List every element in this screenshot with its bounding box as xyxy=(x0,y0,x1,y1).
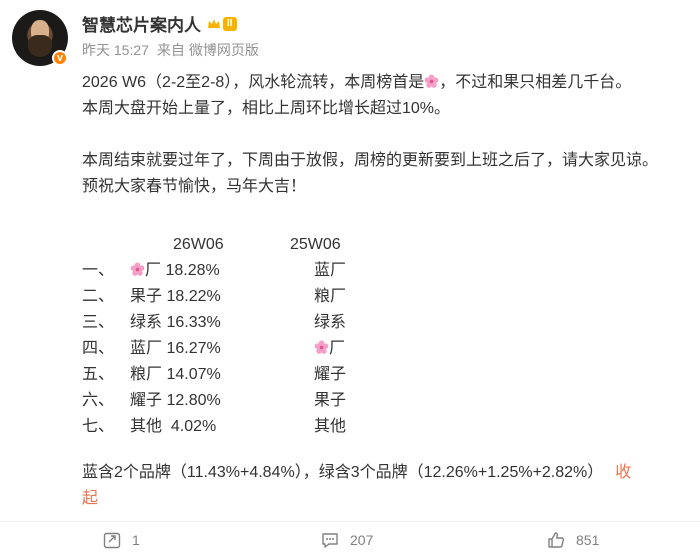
ranking-row: 二、 果子 18.22% 粮厂 xyxy=(82,284,682,310)
post-summary: 蓝含2个品牌（11.43%+4.84%），绿含3个品牌（12.26%+1.25%… xyxy=(82,460,682,512)
rank-25w06: 果子 xyxy=(314,392,347,409)
post-paragraph: 本周结束就要过年了，下周由于放假，周榜的更新要到上班之后了，请大家见谅。 xyxy=(82,152,659,169)
rank-25w06-text: 厂 xyxy=(329,340,346,357)
level-badge[interactable]: II xyxy=(207,16,237,31)
source-prefix: 来自 xyxy=(156,42,185,58)
rank-25w06: 耀子 xyxy=(314,366,347,383)
rank-25w06: 其他 xyxy=(314,418,347,435)
comment-icon xyxy=(322,533,338,548)
rank-number: 五、 xyxy=(82,366,115,383)
author-name[interactable]: 智慧芯片案内人 xyxy=(82,11,201,36)
verified-badge-icon: v xyxy=(52,50,68,66)
repost-count: 1 xyxy=(132,532,140,548)
post-paragraph: 本周大盘开始上量了，相比上周环比增长超过10%。 xyxy=(82,100,451,117)
rank-26w06: 其他 4.02% xyxy=(130,418,217,435)
ranking-header-26w06: 26W06 xyxy=(173,236,224,253)
avatar-beard xyxy=(28,35,52,57)
rank-26w06: 粮厂 14.07% xyxy=(130,366,221,383)
rank-25w06: 蓝厂 xyxy=(314,262,347,279)
rank-26w06: 绿系 16.33% xyxy=(130,314,221,331)
post-paragraph: 预祝大家春节愉快，马年大吉！ xyxy=(82,178,307,195)
rank-number: 七、 xyxy=(82,418,115,435)
summary-text: 蓝含2个品牌（11.43%+4.84%），绿含3个品牌（12.26%+1.25%… xyxy=(82,464,604,481)
rank-26w06: 蓝厂 16.27% xyxy=(130,340,221,357)
rank-26w06: 果子 18.22% xyxy=(130,288,221,305)
crown-icon xyxy=(208,18,220,28)
ranking-header: 26W06 25W06 xyxy=(82,232,682,258)
ranking-row: 五、 粮厂 14.07% 耀子 xyxy=(82,362,682,388)
rank-25w06: 绿系 xyxy=(314,314,347,331)
post-time[interactable]: 昨天 15:27 xyxy=(82,40,149,60)
avatar[interactable]: v xyxy=(12,10,68,66)
post-text: ，不过和果只相差几千台。 xyxy=(439,74,632,91)
ranking-header-25w06: 25W06 xyxy=(290,236,341,253)
rank-25w06: 厂 xyxy=(270,336,410,362)
comment-count: 207 xyxy=(350,532,374,548)
flower-emoji-icon xyxy=(130,262,145,276)
action-bar: 1 207 851 xyxy=(0,521,700,560)
ranking-row: 三、 绿系 16.33% 绿系 xyxy=(82,310,682,336)
post-text: 2026 W6（2-2至2-8），风水轮流转，本周榜首是 xyxy=(82,74,425,91)
source-name: 微博网页版 xyxy=(188,42,259,58)
collapse-link[interactable]: 收 xyxy=(603,464,631,481)
post-source: 来自 微博网页版 xyxy=(157,40,259,60)
post-paragraph: 2026 W6（2-2至2-8），风水轮流转，本周榜首是 ，不过和果只相差几千台… xyxy=(82,70,682,96)
ranking-row: 四、 蓝厂 16.27% 厂 xyxy=(82,336,682,362)
post-meta: 昨天 15:27 来自 微博网页版 xyxy=(82,40,259,60)
ranking-row: 六、 耀子 12.80% 果子 xyxy=(82,388,682,414)
flower-emoji-icon xyxy=(314,340,329,354)
author-row: 智慧芯片案内人 II xyxy=(82,11,237,36)
rank-26w06: 耀子 12.80% xyxy=(130,392,221,409)
rank-number: 一、 xyxy=(82,262,115,279)
like-button[interactable]: 851 xyxy=(546,530,599,550)
comment-button[interactable]: 207 xyxy=(320,530,373,550)
ranking-row: 七、 其他 4.02% 其他 xyxy=(82,414,682,440)
rank-25w06: 粮厂 xyxy=(314,288,347,305)
repost-icon xyxy=(103,532,121,549)
repost-button[interactable]: 1 xyxy=(102,530,140,550)
level-badge-label: II xyxy=(223,16,237,31)
thumbs-up-icon xyxy=(548,532,565,548)
rank-26w06: 厂 18.28% xyxy=(130,258,270,284)
rank-26w06-text: 厂 18.28% xyxy=(145,262,220,279)
post-body: 2026 W6（2-2至2-8），风水轮流转，本周榜首是 ，不过和果只相差几千台… xyxy=(82,70,682,512)
ranking-row: 一、 厂 18.28% 蓝厂 xyxy=(82,258,682,284)
rank-number: 四、 xyxy=(82,340,115,357)
flower-emoji-icon xyxy=(424,74,439,88)
rank-number: 二、 xyxy=(82,288,115,305)
like-count: 851 xyxy=(576,532,600,548)
collapse-link[interactable]: 起 xyxy=(82,490,98,507)
rank-number: 六、 xyxy=(82,392,115,409)
rank-number: 三、 xyxy=(82,314,115,331)
